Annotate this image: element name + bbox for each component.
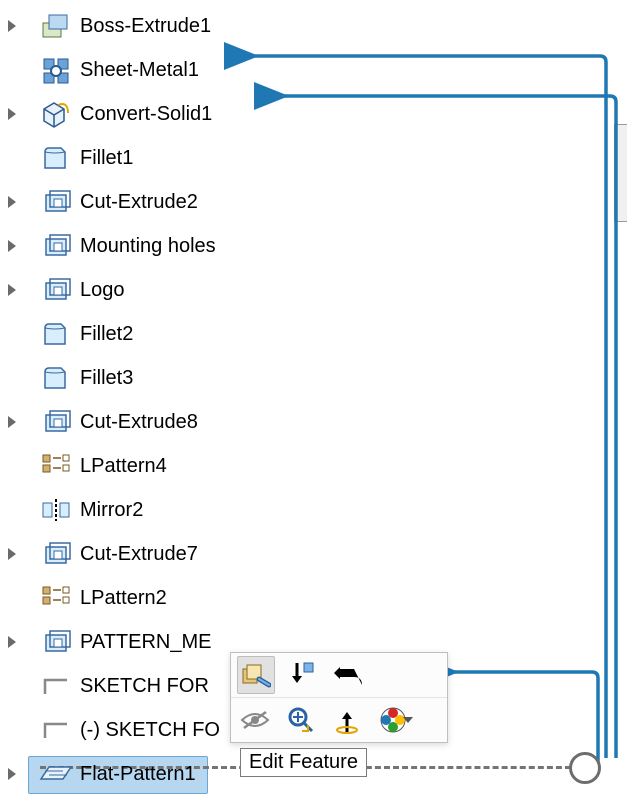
linear-pattern-icon xyxy=(38,580,74,616)
context-toolbar-row-1 xyxy=(231,653,447,697)
appearance-dropdown-caret[interactable] xyxy=(403,717,413,723)
feature-label: Fillet3 xyxy=(80,367,133,390)
feature-item-lpattern4[interactable]: LPattern4 xyxy=(0,444,627,488)
feature-item-cut-extrude7[interactable]: Cut-Extrude7 xyxy=(0,532,627,576)
expand-toggle[interactable] xyxy=(0,284,24,296)
context-toolbar-row-2 xyxy=(231,697,447,742)
expand-toggle[interactable] xyxy=(0,20,24,32)
fillet-icon xyxy=(38,360,74,396)
expand-toggle[interactable] xyxy=(0,240,24,252)
normal-to-button[interactable] xyxy=(329,702,365,738)
flat-pattern-icon xyxy=(38,756,74,792)
feature-item-mounting-holes[interactable]: Mounting holes xyxy=(0,224,627,268)
scrollbar-fragment[interactable] xyxy=(614,124,627,222)
feature-item-fillet3[interactable]: Fillet3 xyxy=(0,356,627,400)
cut-extrude-icon xyxy=(38,228,74,264)
feature-item-cut-extrude2[interactable]: Cut-Extrude2 xyxy=(0,180,627,224)
cut-extrude-icon xyxy=(38,272,74,308)
boss-extrude-icon xyxy=(38,8,74,44)
feature-label: Cut-Extrude8 xyxy=(80,411,198,434)
feature-label: Fillet2 xyxy=(80,323,133,346)
feature-label: LPattern2 xyxy=(80,587,167,610)
expand-toggle[interactable] xyxy=(0,416,24,428)
feature-label: LPattern4 xyxy=(80,455,167,478)
suppress-button[interactable] xyxy=(285,657,321,693)
feature-item-fillet2[interactable]: Fillet2 xyxy=(0,312,627,356)
hide-button[interactable] xyxy=(237,702,273,738)
mirror-icon xyxy=(38,492,74,528)
expand-toggle[interactable] xyxy=(0,548,24,560)
expand-toggle[interactable] xyxy=(0,636,24,648)
feature-item-convert-solid1[interactable]: Convert-Solid1 xyxy=(0,92,627,136)
appearance-button[interactable] xyxy=(375,702,417,738)
cut-extrude-icon xyxy=(38,536,74,572)
feature-item-logo[interactable]: Logo xyxy=(0,268,627,312)
sketch-icon xyxy=(38,712,74,748)
tooltip: Edit Feature xyxy=(240,748,367,777)
sketch-icon xyxy=(38,668,74,704)
rollback-button[interactable] xyxy=(331,657,367,693)
rollback-handle[interactable] xyxy=(569,752,601,784)
linear-pattern-icon xyxy=(38,448,74,484)
convert-solid-icon xyxy=(38,96,74,132)
feature-label: Fillet1 xyxy=(80,147,133,170)
cut-extrude-icon xyxy=(38,404,74,440)
feature-label: Flat-Pattern1 xyxy=(80,763,196,786)
feature-label: PATTERN_ME xyxy=(80,631,212,654)
feature-label: (-) SKETCH FO xyxy=(80,719,220,742)
feature-label: Convert-Solid1 xyxy=(80,103,212,126)
edit-feature-button[interactable] xyxy=(237,656,275,694)
feature-label: Logo xyxy=(80,279,125,302)
expand-toggle[interactable] xyxy=(0,108,24,120)
expand-toggle[interactable] xyxy=(0,196,24,208)
feature-label: SKETCH FOR xyxy=(80,675,209,698)
feature-label: Boss-Extrude1 xyxy=(80,15,211,38)
feature-item-sheet-metal1[interactable]: Sheet-Metal1 xyxy=(0,48,627,92)
feature-item-mirror2[interactable]: Mirror2 xyxy=(0,488,627,532)
cut-extrude-icon xyxy=(38,624,74,660)
feature-label: Mounting holes xyxy=(80,235,216,258)
context-toolbar xyxy=(230,652,448,743)
feature-label: Mirror2 xyxy=(80,499,143,522)
feature-item-cut-extrude8[interactable]: Cut-Extrude8 xyxy=(0,400,627,444)
feature-label: Cut-Extrude7 xyxy=(80,543,198,566)
fillet-icon xyxy=(38,140,74,176)
feature-label: Cut-Extrude2 xyxy=(80,191,198,214)
feature-item-boss-extrude1[interactable]: Boss-Extrude1 xyxy=(0,4,627,48)
fillet-icon xyxy=(38,316,74,352)
sheet-metal-icon xyxy=(38,52,74,88)
feature-label: Sheet-Metal1 xyxy=(80,59,199,82)
feature-item-lpattern2[interactable]: LPattern2 xyxy=(0,576,627,620)
expand-toggle[interactable] xyxy=(0,768,24,780)
zoom-to-button[interactable] xyxy=(283,702,319,738)
feature-item-fillet1[interactable]: Fillet1 xyxy=(0,136,627,180)
cut-extrude-icon xyxy=(38,184,74,220)
